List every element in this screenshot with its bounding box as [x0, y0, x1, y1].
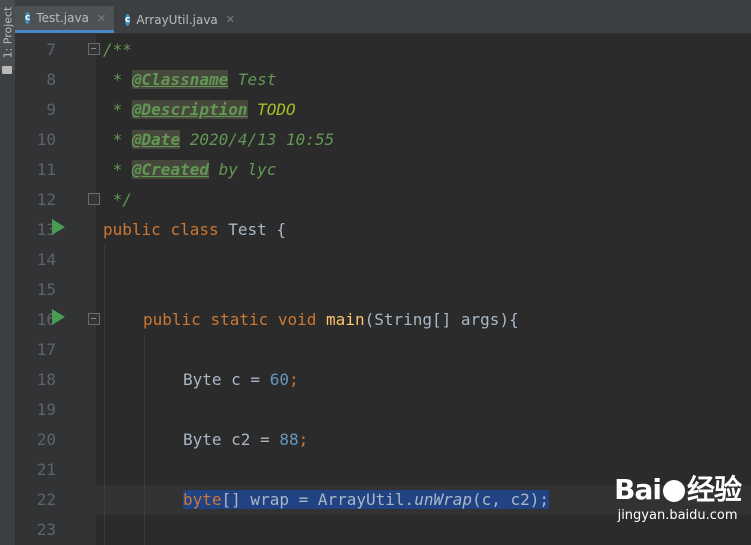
code-line-8[interactable]: * @Classname Test [103, 65, 276, 95]
semicolon: ; [288, 370, 299, 389]
folder-icon [2, 66, 12, 74]
code-text: Byte c = [183, 370, 270, 389]
class-c-icon: c [125, 13, 131, 26]
line-number: 17 [36, 340, 56, 359]
line-number: 22 [36, 490, 56, 509]
line-number: 12 [36, 190, 56, 209]
method-call: unWrap [414, 490, 472, 509]
tab-label: ArrayUtil.java [136, 12, 218, 27]
close-icon[interactable]: ✕ [226, 13, 235, 26]
javadoc-tag: @Classname [131, 70, 229, 89]
tab-arrayutil-java[interactable]: c ArrayUtil.java ✕ [115, 6, 240, 33]
close-icon[interactable]: ✕ [97, 12, 106, 25]
javadoc-tag: @Date [131, 130, 181, 149]
number-literal: 60 [269, 370, 289, 389]
line-number: 15 [36, 280, 56, 299]
indent-guide [104, 245, 105, 545]
line-number: 19 [36, 400, 56, 419]
code-line-11[interactable]: * @Created by lyc [103, 155, 276, 185]
line-number: 7 [46, 40, 56, 59]
number-literal: 88 [279, 430, 299, 449]
line-number: 10 [36, 130, 56, 149]
comment-text: * [103, 100, 132, 119]
code-text: [] wrap = ArrayUtil. [221, 490, 415, 509]
keyword: byte [183, 490, 222, 509]
baidu-jingyan-watermark: Bai 经验 jingyan.baidu.com [614, 468, 742, 523]
code-line-9[interactable]: * @Description TODO [103, 95, 296, 125]
keyword: void [277, 310, 317, 329]
javadoc-tag: @Created [131, 160, 209, 179]
project-tool-label: 1: Project [1, 6, 15, 59]
class-c-icon: c [25, 12, 31, 24]
line-number: 9 [46, 100, 56, 119]
line-number: 8 [46, 70, 56, 89]
editor-tab-bar: c Test.java ✕ c ArrayUtil.java ✕ [15, 0, 751, 34]
code-text: Byte c2 = [183, 430, 280, 449]
line-number: 20 [36, 430, 56, 449]
javadoc-tag: @Description [131, 100, 248, 119]
keyword: static [210, 310, 269, 329]
code-line-18[interactable]: Byte c = 60; [183, 365, 299, 395]
todo-text: TODO [247, 100, 296, 119]
line-number: 16 [36, 310, 56, 329]
method-params: (String[] args){ [364, 310, 519, 329]
fold-collapse-icon[interactable] [88, 313, 100, 325]
code-line-10[interactable]: * @Date 2020/4/13 10:55 [103, 125, 334, 155]
code-line-12[interactable]: */ [103, 185, 132, 215]
run-class-icon[interactable] [52, 219, 65, 235]
code-line-16[interactable]: public static void main(String[] args){ [143, 305, 519, 335]
project-tool-button[interactable]: 1: Project [0, 0, 15, 70]
selected-code[interactable]: byte[] wrap = ArrayUtil.unWrap(c, c2); [183, 490, 550, 509]
semicolon: ; [298, 430, 309, 449]
comment-text: 2020/4/13 10:55 [180, 130, 335, 149]
comment-text: /** [103, 40, 132, 59]
indent-guide [144, 335, 145, 545]
keyword: public [143, 310, 201, 329]
line-number: 23 [36, 520, 56, 539]
comment-text: by lyc [208, 160, 277, 179]
line-number: 13 [36, 220, 56, 239]
method-name: main [326, 310, 365, 329]
comment-text: * [103, 130, 132, 149]
comment-text: * [103, 70, 132, 89]
editor-gutter[interactable]: 7 8 9 10 11 12 13 14 15 16 17 18 19 20 2… [16, 34, 96, 545]
code-text: (c, c2); [471, 490, 550, 509]
keyword: public [103, 220, 161, 239]
paw-icon [662, 480, 685, 502]
watermark-brand: Bai 经验 [614, 473, 742, 506]
comment-text: Test [228, 70, 277, 89]
line-number: 14 [36, 250, 56, 269]
code-line-20[interactable]: Byte c2 = 88; [183, 425, 308, 455]
tab-test-java[interactable]: c Test.java ✕ [15, 6, 114, 33]
code-line-13[interactable]: public class Test { [103, 215, 286, 245]
comment-text: */ [103, 190, 132, 209]
code-line-22[interactable]: byte[] wrap = ArrayUtil.unWrap(c, c2); [183, 485, 550, 515]
class-name: Test { [218, 220, 287, 239]
line-number: 18 [36, 370, 56, 389]
tab-label: Test.java [36, 11, 89, 25]
comment-text: * [103, 160, 132, 179]
run-main-icon[interactable] [52, 309, 65, 325]
project-tool-strip: 1: Project [0, 0, 16, 545]
keyword: class [170, 220, 219, 239]
watermark-url: jingyan.baidu.com [617, 508, 738, 523]
fold-end-icon[interactable] [88, 193, 100, 205]
line-number: 11 [36, 160, 56, 179]
code-line-7[interactable]: /** [103, 35, 132, 65]
line-number: 21 [36, 460, 56, 479]
fold-collapse-icon[interactable] [88, 43, 100, 55]
